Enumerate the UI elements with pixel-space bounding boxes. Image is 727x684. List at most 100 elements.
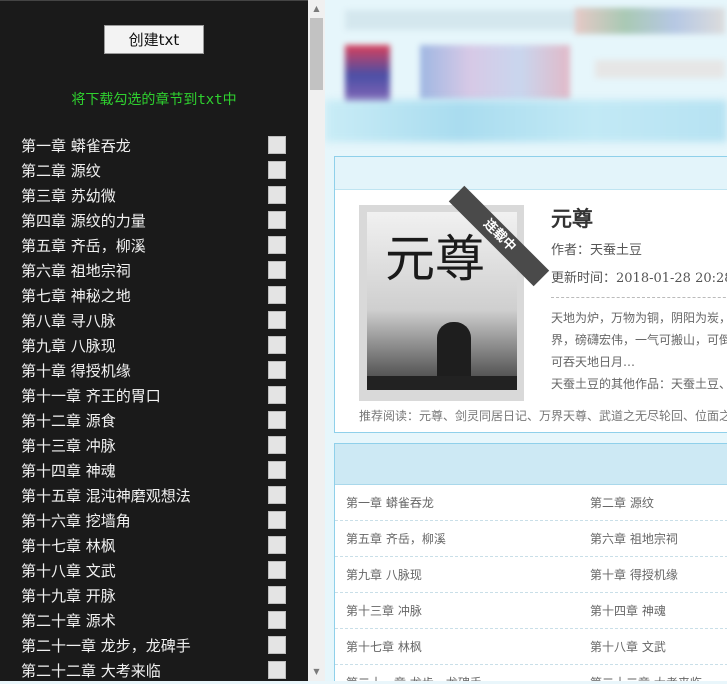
chapter-link[interactable]: 第二十一章 龙步，龙碑手 [346,674,482,681]
blurred-logo [345,45,390,105]
chapter-checkbox[interactable] [268,336,286,354]
chapter-link[interactable]: 第十八章 文武 [590,638,666,655]
chapter-item[interactable]: 第二章 源纹 [0,159,308,184]
table-row: 第十七章 林枫 第十八章 文武 [335,628,727,665]
chapter-item[interactable]: 第十四章 神魂 [0,459,308,484]
table-row: 第十三章 冲脉 第十四章 神魂 [335,592,727,629]
chapter-label: 第十章 得授机缘 [21,362,131,380]
chapter-link[interactable]: 第二十二章 大考来临 [590,674,702,681]
table-row: 第九章 八脉现 第十章 得授机缘 [335,556,727,593]
book-author: 作者：天蚕土豆 [551,243,643,258]
chapter-link[interactable]: 第十章 得授机缘 [590,566,678,583]
recommended-reading[interactable]: 推荐阅读：元尊、剑灵同居日记、万界天尊、武道之无尽轮回、位面之 [359,407,727,424]
chapter-item[interactable]: 第七章 神秘之地 [0,284,308,309]
chapter-item[interactable]: 第一章 蟒雀吞龙 [0,134,308,159]
chapter-item[interactable]: 第四章 源纹的力量 [0,209,308,234]
chapter-label: 第三章 苏幼微 [21,187,116,205]
chapter-item[interactable]: 第十六章 挖墙角 [0,509,308,534]
create-txt-button[interactable]: 创建txt [104,25,204,54]
chapter-checkbox[interactable] [268,161,286,179]
chapter-checkbox[interactable] [268,636,286,654]
chapter-label: 第七章 神秘之地 [21,287,131,305]
chapter-item[interactable]: 第三章 苏幼微 [0,184,308,209]
chapter-list-header [335,444,727,485]
download-hint: 将下载勾选的章节到txt中 [71,92,237,108]
chapter-link[interactable]: 第二章 源纹 [590,494,654,511]
chapter-checkbox[interactable] [268,211,286,229]
chapter-item[interactable]: 第十八章 文武 [0,559,308,584]
chapter-link[interactable]: 第五章 齐岳，柳溪 [346,530,446,547]
chapter-label: 第十九章 开脉 [21,587,116,605]
chapter-item[interactable]: 第六章 祖地宗祠 [0,259,308,284]
chapter-link[interactable]: 第十四章 神魂 [590,602,666,619]
chapter-checkbox[interactable] [268,461,286,479]
chapter-link[interactable]: 第十七章 林枫 [346,638,422,655]
chapter-link[interactable]: 第九章 八脉现 [346,566,422,583]
other-works[interactable]: 天蚕土豆的其他作品：天蚕土豆、 [551,375,727,392]
chapter-checkbox[interactable] [268,236,286,254]
chapter-link[interactable]: 第十三章 冲脉 [346,602,422,619]
table-row: 第一章 蟒雀吞龙 第二章 源纹 [335,484,727,521]
blurred-banner [420,45,570,100]
chapter-checkbox[interactable] [268,536,286,554]
chapter-item[interactable]: 第五章 齐岳，柳溪 [0,234,308,259]
description-line: 天地为炉，万物为铜，阴阳为炭， [551,311,727,325]
chapter-label: 第六章 祖地宗祠 [21,262,131,280]
chapter-item[interactable]: 第九章 八脉现 [0,334,308,359]
chapter-checkbox[interactable] [268,186,286,204]
chapter-item[interactable]: 第二十一章 龙步，龙碑手 [0,634,308,659]
book-title: 元尊 [551,206,593,231]
chapter-label: 第二十二章 大考来临 [21,662,161,680]
chapter-checkbox[interactable] [268,411,286,429]
description-divider [551,297,727,298]
chapter-item[interactable]: 第二十章 源术 [0,609,308,634]
breadcrumb [335,157,727,190]
chapter-label: 第十七章 林枫 [21,537,116,555]
chapter-label: 第八章 寻八脉 [21,312,116,330]
chapter-item[interactable]: 第十七章 林枫 [0,534,308,559]
chapter-item[interactable]: 第十九章 开脉 [0,584,308,609]
blurred-header-image [575,8,725,34]
blurred-navbar [325,100,727,142]
chapter-link[interactable]: 第六章 祖地宗祠 [590,530,678,547]
chapter-checkbox[interactable] [268,511,286,529]
chapter-item[interactable]: 第十二章 源食 [0,409,308,434]
chapter-checkbox[interactable] [268,561,286,579]
cover-calligraphy: 元尊 [385,230,485,288]
chapter-checkbox[interactable] [268,661,286,679]
chapter-label: 第五章 齐岳，柳溪 [21,237,146,255]
chapter-item[interactable]: 第十章 得授机缘 [0,359,308,384]
blurred-search [595,60,725,78]
chapter-list-panel: 第一章 蟒雀吞龙 第二章 源纹 第五章 齐岳，柳溪 第六章 祖地宗祠 第九章 八脉现 第十… [334,443,727,681]
chapter-label: 第十六章 挖墙角 [21,512,131,530]
chapter-checkbox[interactable] [268,286,286,304]
scroll-up-icon[interactable]: ▲ [308,2,325,16]
chapter-label: 第十五章 混沌神磨观想法 [21,487,191,505]
chapter-checkbox[interactable] [268,136,286,154]
description-line: 可吞天地日月… [551,355,636,369]
description-line: 界，磅礴宏伟，一气可搬山，可倒 [551,333,727,347]
cover-footer-strip [367,376,517,390]
table-row: 第五章 齐岳，柳溪 第六章 祖地宗祠 [335,520,727,557]
chapter-item[interactable]: 第八章 寻八脉 [0,309,308,334]
chapter-item[interactable]: 第十一章 齐王的胃口 [0,384,308,409]
chapter-checkbox[interactable] [268,361,286,379]
scroll-down-icon[interactable]: ▼ [308,665,325,679]
chapter-item[interactable]: 第二十二章 大考来临 [0,659,308,684]
chapter-checkbox[interactable] [268,611,286,629]
vertical-scrollbar[interactable]: ▲ ▼ [308,0,325,681]
chapter-checkbox[interactable] [268,261,286,279]
scroll-thumb[interactable] [310,18,323,90]
chapter-label: 第九章 八脉现 [21,337,116,355]
book-cover[interactable]: 元尊 连载中 [359,185,550,401]
chapter-checkbox[interactable] [268,436,286,454]
chapter-checklist: 第一章 蟒雀吞龙 第二章 源纹 第三章 苏幼微 第四章 源纹的力量 第五章 齐岳，柳溪第… [0,134,308,684]
chapter-checkbox[interactable] [268,311,286,329]
chapter-item[interactable]: 第十三章 冲脉 [0,434,308,459]
chapter-checkbox[interactable] [268,586,286,604]
chapter-checkbox[interactable] [268,486,286,504]
chapter-checkbox[interactable] [268,386,286,404]
chapter-link[interactable]: 第一章 蟒雀吞龙 [346,494,434,511]
book-updated-time: 更新时间：2018-01-28 20:28 [551,271,727,286]
chapter-item[interactable]: 第十五章 混沌神磨观想法 [0,484,308,509]
